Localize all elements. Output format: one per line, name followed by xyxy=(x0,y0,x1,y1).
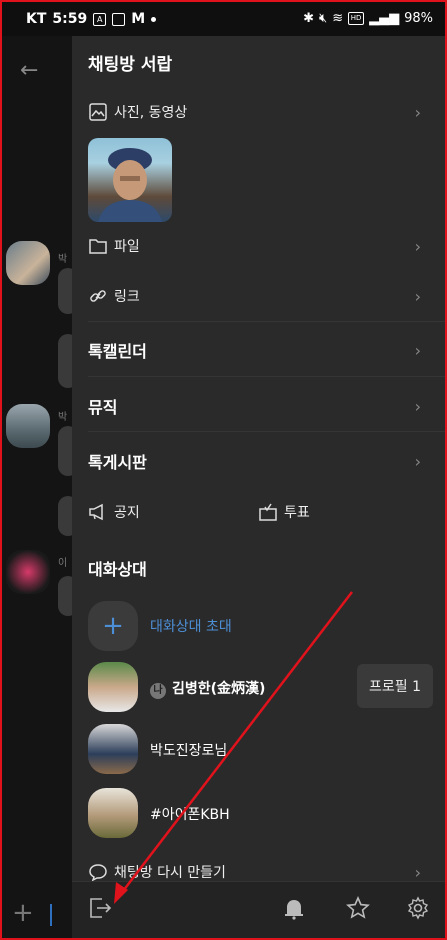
divider xyxy=(88,376,445,377)
invite-button[interactable]: + xyxy=(88,601,138,651)
drawer-title: 채팅방 서랍 xyxy=(88,55,173,75)
drawer-bottom-bar xyxy=(72,881,445,938)
bluetooth-icon: ✱ xyxy=(303,11,314,26)
member-name[interactable]: #아이폰KBH xyxy=(150,804,230,824)
folder-icon xyxy=(88,236,108,256)
talk-calendar-row[interactable]: 톡캘린더 › xyxy=(88,338,433,362)
gmail-icon: M xyxy=(131,11,146,27)
notice-label: 공지 xyxy=(114,505,140,521)
vote-box-icon xyxy=(258,502,278,522)
recreate-chat-row[interactable]: 채팅방 다시 만들기 › xyxy=(88,862,433,882)
speech-bubble-icon xyxy=(88,862,108,882)
hd-icon: HD xyxy=(348,12,365,25)
profile-button[interactable]: 프로필 1 xyxy=(357,664,433,708)
chat-drawer: 채팅방 서랍 사진, 동영상 › 파일 › 링크 › 톡캘린더 › 뮤직 › 톡… xyxy=(72,36,445,938)
members-section-title: 대화상대 xyxy=(88,560,147,579)
notice-item[interactable]: 공지 xyxy=(88,502,238,522)
divider xyxy=(88,431,445,432)
avatar[interactable] xyxy=(88,662,138,712)
notification-icon xyxy=(112,12,126,26)
avatar xyxy=(6,550,50,594)
member-name[interactable]: 박도진장로님 xyxy=(150,740,227,760)
avatar[interactable] xyxy=(88,724,138,774)
avatar xyxy=(6,241,50,285)
chevron-right-icon: › xyxy=(414,102,421,122)
talk-calendar-label: 톡캘린더 xyxy=(88,342,147,361)
avatar xyxy=(6,404,50,448)
chevron-right-icon: › xyxy=(414,286,421,306)
talk-board-label: 톡게시판 xyxy=(88,453,147,472)
chevron-right-icon: › xyxy=(414,396,421,416)
sender-name: 박 xyxy=(58,412,68,423)
invite-label[interactable]: 대화상대 초대 xyxy=(150,616,232,636)
avatar[interactable] xyxy=(88,788,138,838)
music-row[interactable]: 뮤직 › xyxy=(88,394,433,418)
chevron-right-icon: › xyxy=(414,451,421,471)
plus-icon[interactable]: + xyxy=(12,898,34,928)
back-arrow-icon[interactable]: ← xyxy=(20,58,38,83)
chevron-right-icon: › xyxy=(414,340,421,360)
star-icon[interactable] xyxy=(346,896,372,922)
screen-frame: KT 5:59 A M ✱ 🔇︎ ≋ HD ▂▄▆ 98% ← 박 박 이 + xyxy=(0,0,447,940)
member-name[interactable]: 나 김병한(金炳漢) xyxy=(150,678,265,699)
photo-thumbnail[interactable] xyxy=(88,138,172,222)
links-row[interactable]: 링크 › xyxy=(88,286,433,306)
chevron-right-icon: › xyxy=(414,862,421,882)
me-badge: 나 xyxy=(150,683,166,699)
talk-board-row[interactable]: 톡게시판 › xyxy=(88,449,433,473)
text-cursor xyxy=(50,904,52,926)
divider xyxy=(88,321,445,322)
vote-item[interactable]: 투표 xyxy=(258,502,408,522)
status-bar: KT 5:59 A M ✱ 🔇︎ ≋ HD ▂▄▆ 98% xyxy=(2,2,445,36)
megaphone-icon xyxy=(88,502,108,522)
battery-level: 98% xyxy=(404,11,433,26)
music-label: 뮤직 xyxy=(88,398,118,417)
chevron-right-icon: › xyxy=(414,236,421,256)
files-row[interactable]: 파일 › xyxy=(88,236,433,256)
photos-videos-row[interactable]: 사진, 동영상 › xyxy=(88,102,433,122)
leave-chat-icon[interactable] xyxy=(88,896,114,922)
links-label: 링크 xyxy=(114,289,140,305)
sender-name: 박 xyxy=(58,254,68,265)
mute-icon: 🔇︎ xyxy=(318,11,328,26)
image-icon xyxy=(88,102,108,122)
carrier: KT xyxy=(26,11,47,27)
files-label: 파일 xyxy=(114,239,140,255)
clock: 5:59 xyxy=(52,11,88,27)
signal-icon: ▂▄▆ xyxy=(369,11,400,26)
bell-icon[interactable] xyxy=(282,896,308,922)
sender-name: 이 xyxy=(58,558,68,569)
photos-videos-label: 사진, 동영상 xyxy=(114,105,188,121)
more-notifications-icon xyxy=(151,16,157,22)
gear-icon[interactable] xyxy=(406,896,432,922)
recreate-chat-label: 채팅방 다시 만들기 xyxy=(114,865,226,881)
wifi-icon: ≋ xyxy=(332,11,344,26)
vote-label: 투표 xyxy=(284,505,310,521)
link-icon xyxy=(88,286,108,306)
app-a-icon: A xyxy=(93,12,107,26)
chat-background: ← 박 박 이 + xyxy=(2,36,78,938)
